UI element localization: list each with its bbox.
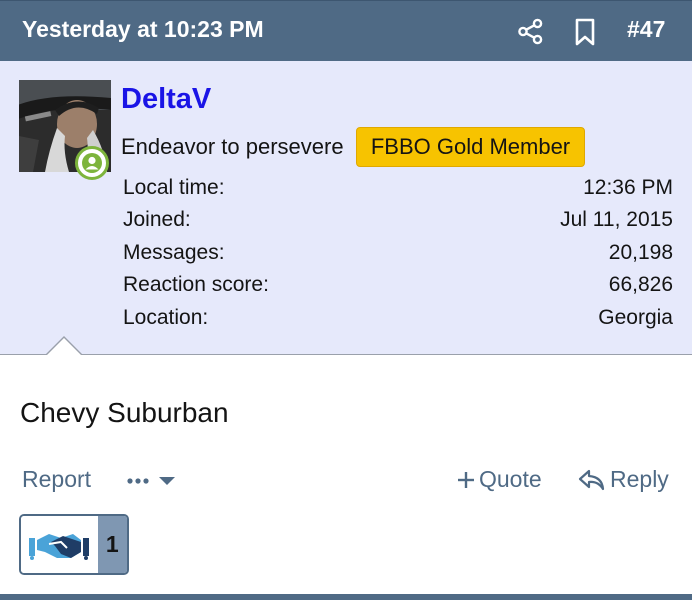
stat-label: Location:: [123, 305, 209, 329]
share-icon[interactable]: [517, 18, 544, 45]
plus-icon: [458, 471, 474, 488]
stat-value[interactable]: Georgia: [598, 304, 673, 336]
forum-post: Yesterday at 10:23 PM #47 DeltaV Endeavo…: [0, 0, 692, 600]
stat-value: 12:36 PM: [583, 176, 673, 199]
stat-value[interactable]: 20,198: [609, 239, 673, 271]
reply-button[interactable]: Reply: [578, 466, 669, 493]
post-actions: Report Quote Reply: [0, 462, 692, 502]
reply-arrow-icon: [578, 469, 605, 490]
stat-label: Messages:: [123, 240, 225, 264]
more-options-icon[interactable]: [127, 468, 177, 494]
user-title: Endeavor to persevere: [121, 134, 344, 159]
reaction-summary[interactable]: 1: [19, 514, 129, 575]
bookmark-icon[interactable]: [573, 18, 597, 46]
user-stats: Local time: 12:36 PM Joined: Jul 11, 201…: [123, 174, 673, 336]
report-link[interactable]: Report: [22, 466, 91, 493]
reply-label: Reply: [610, 466, 669, 492]
quote-label: Quote: [479, 466, 542, 492]
quote-button[interactable]: Quote: [456, 466, 542, 493]
post-date[interactable]: Yesterday at 10:23 PM: [22, 16, 264, 43]
stat-row: Local time: 12:36 PM: [123, 174, 673, 206]
post-header: Yesterday at 10:23 PM #47: [0, 0, 692, 61]
stat-row: Messages: 20,198: [123, 239, 673, 271]
stat-row: Location: Georgia: [123, 304, 673, 336]
stat-row: Reaction score: 66,826: [123, 271, 673, 303]
post-number-link[interactable]: #47: [627, 16, 665, 43]
user-online-icon: [75, 146, 109, 180]
stat-value: Jul 11, 2015: [560, 208, 673, 232]
stat-label: Joined:: [123, 208, 191, 232]
stat-value: 66,826: [608, 273, 673, 297]
message-body: Chevy Suburban: [20, 397, 229, 428]
callout-arrow-fill: [47, 338, 81, 355]
username-link[interactable]: DeltaV: [121, 83, 211, 116]
reaction-count: 1: [97, 516, 127, 573]
user-info-block: DeltaV Endeavor to persevere FBBO Gold M…: [0, 61, 692, 355]
bottom-border: [0, 594, 692, 600]
handshake-icon: [21, 516, 98, 573]
stat-row: Joined: Jul 11, 2015: [123, 206, 673, 238]
stat-label: Local time:: [123, 176, 225, 199]
stat-label: Reaction score:: [123, 273, 269, 297]
user-banner: FBBO Gold Member: [356, 127, 585, 167]
